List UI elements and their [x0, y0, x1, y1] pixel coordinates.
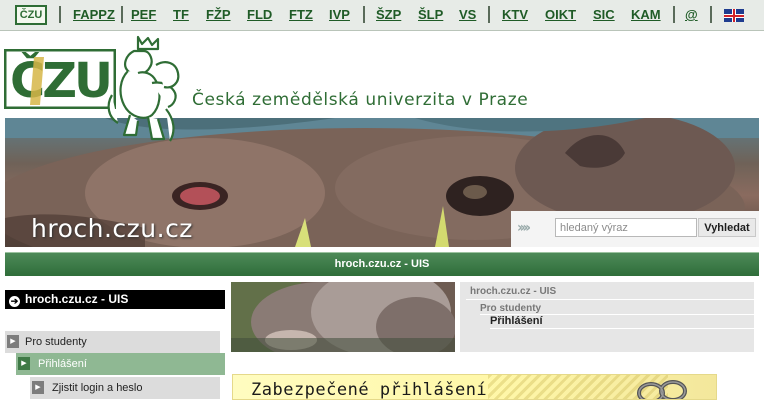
chain-lock-icon [637, 380, 687, 399]
university-name: Česká zemědělská univerzita v Praze [192, 90, 529, 110]
nav-separator [488, 6, 490, 23]
nav-link-sic[interactable]: SIC [593, 7, 615, 22]
divider [490, 328, 754, 329]
nav-separator [121, 6, 123, 23]
arrow-bullet-icon: ➔ [9, 296, 20, 307]
nav-link-fappz[interactable]: FAPPZ [73, 7, 115, 22]
lion-emblem-icon [107, 35, 180, 142]
nav-link-email[interactable]: @ [685, 7, 698, 22]
svg-text:ČZU: ČZU [10, 52, 110, 109]
nav-separator [673, 6, 675, 23]
nav-link-oikt[interactable]: OIKT [545, 7, 576, 22]
czu-mini-logo[interactable]: ČZU [15, 5, 47, 25]
hippo-thumbnail [231, 282, 455, 352]
play-arrow-icon: ▶ [32, 381, 44, 394]
breadcrumb-current: Přihlášení [490, 315, 543, 327]
nav-link-pef[interactable]: PEF [131, 7, 156, 22]
nav-link-szp[interactable]: ŠZP [376, 7, 401, 22]
play-arrow-icon: ▶ [18, 357, 30, 370]
chevrons-icon: ›››› [517, 220, 531, 236]
section-title-bar: hroch.czu.cz - UIS [5, 252, 759, 276]
play-arrow-icon: ▶ [7, 335, 19, 348]
divider [466, 299, 754, 300]
nav-link-slp[interactable]: ŠLP [418, 7, 443, 22]
breadcrumb-root[interactable]: hroch.czu.cz - UIS [470, 286, 556, 297]
sidebar-item-zjistit-login[interactable]: ▶ Zjistit login a heslo [30, 377, 220, 399]
search-input[interactable] [555, 218, 697, 237]
sidebar-item-label: Pro studenty [25, 336, 87, 348]
site-name: hroch.czu.cz [31, 214, 193, 243]
sidebar-item-label: Zjistit login a heslo [52, 382, 143, 394]
sidebar-heading-label: hroch.czu.cz - UIS [25, 292, 129, 306]
nav-link-fzp[interactable]: FŽP [206, 7, 231, 22]
breadcrumb-level1[interactable]: Pro studenty [480, 303, 541, 314]
nav-separator [710, 6, 712, 23]
nav-link-ktv[interactable]: KTV [502, 7, 528, 22]
nav-link-ftz[interactable]: FTZ [289, 7, 313, 22]
search-box: ›››› Vyhledat [511, 211, 759, 247]
top-navigation-bar: ČZU FAPPZ PEF TF FŽP FLD FTZ IVP ŠZP ŠLP… [0, 0, 764, 31]
sidebar-item-label: Přihlášení [38, 358, 87, 370]
nav-link-fld[interactable]: FLD [247, 7, 272, 22]
nav-separator [59, 6, 61, 23]
nav-link-tf[interactable]: TF [173, 7, 189, 22]
nav-link-kam[interactable]: KAM [631, 7, 661, 22]
nav-separator [363, 6, 365, 23]
secure-login-title: Zabezpečené přihlášení [251, 380, 488, 400]
czu-logo[interactable]: ČZU [4, 49, 116, 109]
nav-link-ivp[interactable]: IVP [329, 7, 350, 22]
secure-login-banner: Zabezpečené přihlášení [232, 374, 717, 400]
nav-link-vs[interactable]: VS [459, 7, 476, 22]
sidebar-item-pro-studenty[interactable]: ▶ Pro studenty [5, 331, 220, 353]
site-header: ČZU Česká zemědělská univerzita v Praze [0, 31, 764, 142]
breadcrumb: hroch.czu.cz - UIS Pro studenty Přihláše… [460, 282, 754, 352]
sidebar-heading[interactable]: ➔ hroch.czu.cz - UIS [5, 290, 225, 309]
uk-flag-icon[interactable] [724, 9, 744, 22]
sidebar-item-prihlaseni[interactable]: ▶ Přihlášení [16, 353, 225, 375]
search-button[interactable]: Vyhledat [698, 218, 756, 237]
